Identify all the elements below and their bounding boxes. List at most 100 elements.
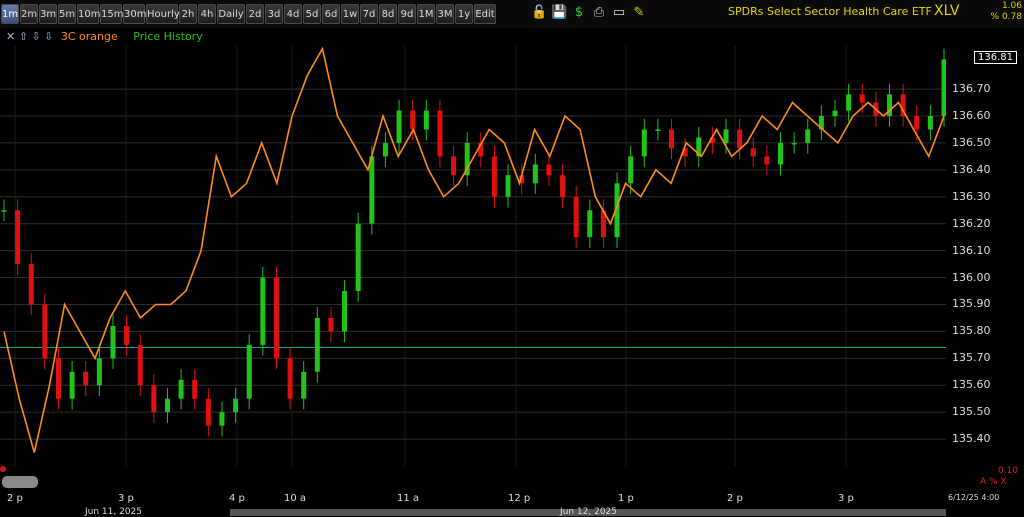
- price-candle: [15, 210, 21, 265]
- timeframe-9d[interactable]: 9d: [398, 4, 416, 24]
- timeframe-15m[interactable]: 15m: [100, 4, 123, 24]
- legend-arrows[interactable]: ✕ ⇧ ⇩ ⇩: [6, 30, 53, 43]
- timeframe-4d[interactable]: 4d: [284, 4, 302, 24]
- time-axis: 2 p3 p4 p 10 a 11 a 12 p1 p2 p3 p Jun 11, 20…: [0, 490, 1024, 517]
- time-tick-label: 3 p: [118, 493, 134, 504]
- indicator-value: 0.10: [998, 466, 1019, 476]
- timeframe-1m[interactable]: 1m: [1, 4, 19, 24]
- price-candle: [110, 326, 116, 359]
- price-tick-label: 136.50: [952, 135, 991, 149]
- timeframe-1y[interactable]: 1y: [455, 4, 473, 24]
- price-candle: [927, 116, 933, 130]
- change-percent: % 0.78: [990, 12, 1022, 22]
- price-candle: [328, 317, 334, 332]
- last-price-marker: 136.81: [974, 51, 1017, 65]
- dollar-icon[interactable]: $: [571, 5, 587, 21]
- price-candle: [246, 344, 252, 399]
- price-candle: [764, 156, 770, 165]
- price-candle: [369, 156, 375, 224]
- print-icon[interactable]: ⎙: [591, 5, 607, 21]
- price-candle: [124, 326, 130, 345]
- price-candle: [342, 291, 348, 332]
- price-candle: [301, 371, 307, 399]
- timeframe-4h[interactable]: 4h: [198, 4, 216, 24]
- change-readout: 1.06 % 0.78: [990, 1, 1022, 23]
- price-tick-label: 136.40: [952, 162, 991, 176]
- indicator-label: A % X: [980, 477, 1007, 487]
- price-candle: [832, 110, 838, 116]
- lock-icon[interactable]: 🔓: [531, 5, 547, 21]
- price-candle: [491, 156, 497, 197]
- price-candle: [641, 129, 647, 157]
- price-tick-label: 135.80: [952, 324, 991, 338]
- timeframe-7d[interactable]: 7d: [360, 4, 378, 24]
- price-candle: [423, 110, 429, 130]
- legend-price-history[interactable]: Price History: [133, 30, 202, 43]
- price-candle: [382, 142, 388, 157]
- price-candle: [164, 398, 170, 413]
- price-candle: [914, 116, 920, 130]
- price-candle: [791, 142, 797, 145]
- time-tick-label: 11 a: [397, 493, 420, 504]
- price-candle: [669, 129, 675, 149]
- price-tick-label: 135.50: [952, 405, 991, 419]
- price-tick-label: 136.60: [952, 109, 991, 122]
- timeframe-5m[interactable]: 5m: [58, 4, 76, 24]
- price-candle: [151, 385, 157, 413]
- timeframe-5d[interactable]: 5d: [303, 4, 321, 24]
- symbol-description: SPDRs Select Sector Health Care ETF: [728, 5, 932, 18]
- price-tick-label: 135.70: [952, 351, 991, 365]
- price-candle: [750, 148, 756, 157]
- price-candle: [805, 129, 811, 143]
- price-candle: [219, 412, 225, 426]
- save-icon[interactable]: 💾: [551, 5, 567, 21]
- price-candle: [532, 164, 538, 184]
- toolbar: 1m 2m 3m 5m 10m 15m 30m Hourly 2h 4h Daily 2d 3d 4d 5d…: [0, 0, 1024, 28]
- timeframe-1w[interactable]: 1w: [341, 4, 359, 24]
- price-candle: [55, 358, 61, 399]
- end-time-label: 6/12/25 4:00: [948, 493, 1000, 502]
- legend: ✕ ⇧ ⇩ ⇩ 3C orange Price History: [0, 28, 203, 46]
- price-candle: [560, 175, 566, 197]
- timeframe-2m[interactable]: 2m: [20, 4, 38, 24]
- timeframe-30m[interactable]: 30m: [123, 4, 146, 24]
- legend-3c-orange[interactable]: 3C orange: [61, 30, 118, 43]
- price-tick-label: 136.20: [952, 216, 991, 230]
- window-icon[interactable]: ▭: [611, 5, 627, 21]
- price-candle: [505, 175, 511, 197]
- price-tick-label: 135.60: [952, 378, 991, 392]
- timeframe-8d[interactable]: 8d: [379, 4, 397, 24]
- price-candle: [451, 156, 457, 176]
- price-tick-label: 136.10: [952, 243, 991, 257]
- timeframe-edit[interactable]: Edit: [474, 4, 496, 24]
- timeframe-1m[interactable]: 1M: [417, 4, 435, 24]
- timeframe-2h[interactable]: 2h: [179, 4, 197, 24]
- price-candle: [846, 94, 852, 111]
- price-candle: [587, 210, 593, 238]
- time-tick-label: 2 p: [727, 493, 743, 504]
- timeframe-3d[interactable]: 3d: [265, 4, 283, 24]
- price-candle: [437, 110, 443, 157]
- price-candle: [737, 129, 743, 149]
- time-tick-label: 1 p: [618, 493, 634, 504]
- price-candle: [546, 164, 552, 176]
- price-candle: [192, 379, 198, 399]
- timeframe-hourly[interactable]: Hourly: [146, 4, 180, 24]
- price-candle: [137, 344, 143, 386]
- timeframe-6d[interactable]: 6d: [322, 4, 340, 24]
- symbol-ticker[interactable]: XLV: [934, 3, 959, 19]
- scroll-handle: [2, 476, 38, 488]
- time-tick-label: 10 a: [284, 493, 307, 504]
- price-tick-label: 136.00: [952, 270, 991, 284]
- timeframe-daily[interactable]: Daily: [217, 4, 245, 24]
- pencil-icon[interactable]: ✎: [631, 5, 647, 21]
- timeframe-3m[interactable]: 3M: [436, 4, 454, 24]
- timeframe-2d[interactable]: 2d: [246, 4, 264, 24]
- price-candle: [260, 277, 266, 345]
- time-tick-label: 12 p: [508, 493, 531, 504]
- price-candle: [410, 110, 416, 130]
- chart-plot-area[interactable]: [0, 46, 946, 490]
- timeframe-10m[interactable]: 10m: [77, 4, 100, 24]
- price-tick-label: 136.70: [952, 82, 991, 96]
- timeframe-3m[interactable]: 3m: [39, 4, 57, 24]
